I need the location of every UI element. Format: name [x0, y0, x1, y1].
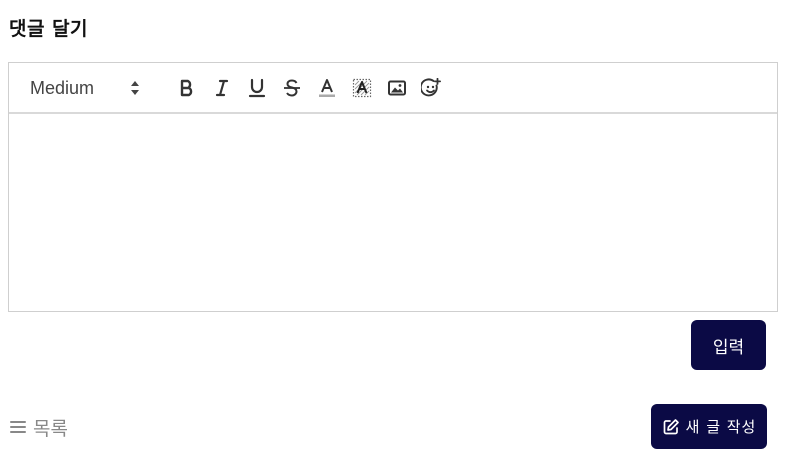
menu-lines-icon — [10, 421, 26, 433]
italic-icon — [215, 79, 229, 97]
insert-emoji-button[interactable] — [419, 76, 443, 100]
editor-toolbar: Medium — [9, 63, 777, 114]
image-icon — [388, 80, 406, 96]
bold-button[interactable] — [175, 76, 199, 100]
new-post-label: 새 글 작성 — [685, 418, 757, 436]
comment-editor: Medium — [8, 62, 778, 312]
list-link[interactable]: 목록 — [9, 414, 68, 440]
select-arrows-icon — [131, 81, 139, 95]
list-link-label: 목록 — [33, 417, 68, 440]
font-size-select[interactable]: Medium — [30, 75, 140, 101]
highlight-button[interactable] — [350, 76, 374, 100]
emoji-add-icon — [421, 78, 441, 97]
new-post-button[interactable]: 새 글 작성 — [651, 404, 767, 449]
bold-icon — [180, 79, 193, 97]
insert-image-button[interactable] — [385, 76, 409, 100]
underline-icon — [248, 78, 266, 98]
strikethrough-button[interactable] — [280, 76, 304, 100]
strikethrough-icon — [284, 79, 300, 97]
text-color-button[interactable] — [315, 76, 339, 100]
highlight-icon — [352, 78, 372, 98]
edit-icon — [663, 418, 679, 434]
italic-button[interactable] — [210, 76, 234, 100]
underline-button[interactable] — [245, 76, 269, 100]
font-size-value: Medium — [30, 77, 95, 98]
text-color-icon — [319, 79, 335, 97]
comment-section-title: 댓글 달기 — [9, 18, 89, 40]
comment-text-area[interactable] — [9, 114, 777, 311]
submit-comment-button[interactable]: 입력 — [691, 320, 766, 370]
